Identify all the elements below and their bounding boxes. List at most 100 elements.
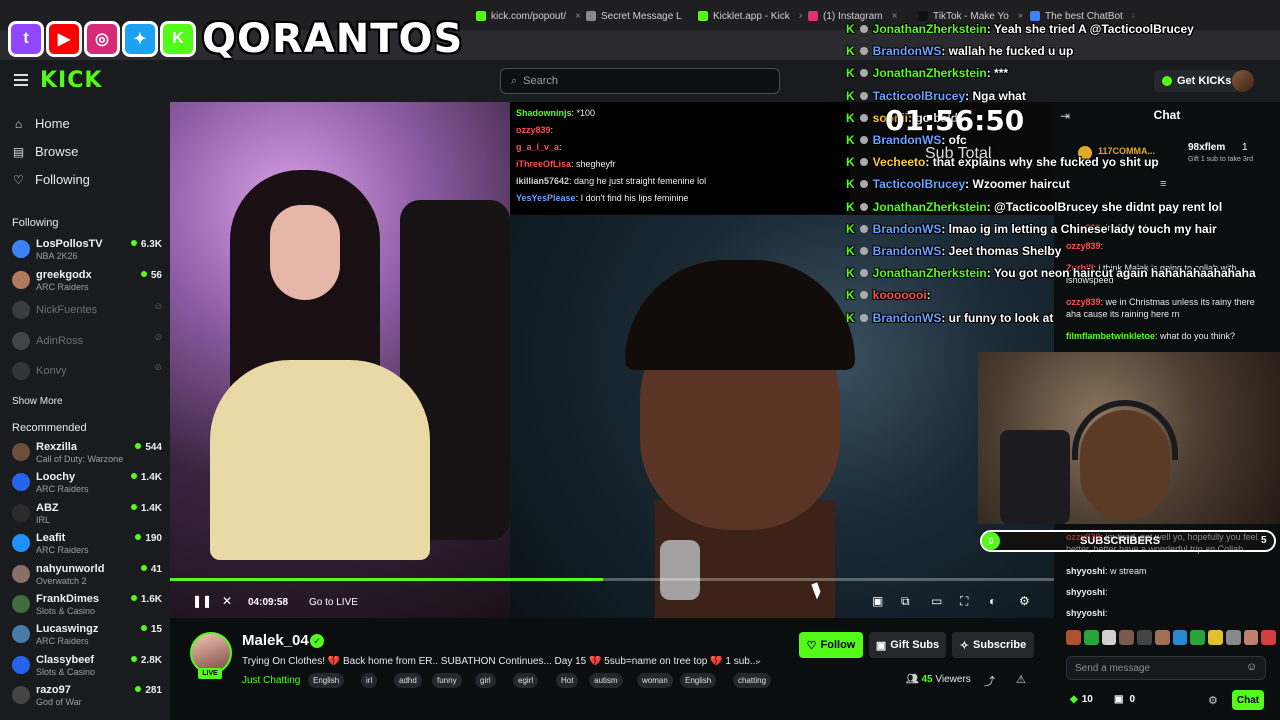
clip-icon[interactable]: ⧉ [901,594,910,609]
viewers-value: 45 [921,674,933,685]
search-input[interactable]: ⌕ Search [500,68,780,94]
theater-mode-icon[interactable]: ▭ [931,594,942,608]
emote-icon[interactable] [1083,630,1099,645]
show-more-link[interactable]: Show More [12,396,63,407]
quality-icon[interactable]: ◐ [989,594,996,608]
emote-picker-icon[interactable]: ☺ [1246,661,1257,673]
sidebar-channel[interactable]: razo97 God of War 281 [12,683,162,709]
emote-icon[interactable] [1261,630,1276,645]
chat-settings-icon[interactable]: ⚙ [1208,694,1218,707]
channel-name: NickFuentes [36,304,98,316]
sidebar-channel[interactable]: ABZ IRL 1.4K [12,501,162,527]
tab-close-icon[interactable]: × [799,11,802,22]
emote-icon[interactable] [1172,630,1188,645]
channel-name[interactable]: Malek_04 [242,632,309,649]
emote-icon[interactable] [1225,630,1241,645]
overlay-chat-user: Shadowninjs [516,108,572,118]
mute-icon[interactable]: ✕ [222,594,232,608]
chat-username[interactable]: ozzy839 [1066,297,1101,307]
follow-button[interactable]: ♡ Follow [799,632,863,658]
youtube-icon: ▶ [46,21,82,57]
chat-username[interactable]: shyyoshi [1066,608,1105,618]
tab-close-icon[interactable]: × [1132,11,1134,22]
sidebar-channel[interactable]: Loochy ARC Raiders 1.4K [12,470,162,496]
verified-icon: ✓ [310,634,324,648]
kick-badge-icon: K [846,88,855,103]
gift-counter[interactable]: ▣ 0 [1114,694,1135,705]
sidebar-channel[interactable]: nahyunworld Overwatch 2 41 [12,562,162,588]
tab-close-icon[interactable]: × [1018,11,1022,22]
emote-icon[interactable] [1154,630,1170,645]
kick-badge-icon: K [846,110,855,125]
emote-icon[interactable] [1119,630,1134,645]
sidebar-channel[interactable]: Konvy ⊘ [12,359,162,385]
sidebar-channel[interactable]: Classybeef Slots & Casino 2.8K [12,653,162,679]
chat-username[interactable]: filmflambetwinkletoe [1066,331,1155,341]
emote-icon[interactable] [1243,630,1259,645]
send-chat-button[interactable]: Chat [1232,690,1264,710]
sidebar-channel[interactable]: FrankDimes Slots & Casino 1.6K [12,592,162,618]
user-badge-icon [859,269,868,278]
chat-username[interactable]: ozzy839 [1066,532,1101,542]
user-avatar[interactable] [1232,70,1254,92]
stream-tag[interactable]: egirl [513,673,539,688]
sidebar-channel[interactable]: LosPollosTV NBA 2K26 6.3K [12,237,162,263]
sidebar-channel[interactable]: Rexzilla Call of Duty: Warzone 544 [12,440,162,466]
sidebar-nav-browse[interactable]: ▤ Browse [12,144,79,159]
tab-favicon-icon [1030,11,1040,21]
sidebar-channel[interactable]: NickFuentes ⊘ [12,298,162,324]
stream-tag[interactable]: chatting [733,673,772,688]
tab-close-icon[interactable]: × [891,11,897,22]
chat-input[interactable]: Send a message [1066,656,1266,680]
subscribe-button[interactable]: ✧ Subscribe [952,632,1034,658]
stream-tag[interactable]: Hot [556,673,579,688]
stream-tag[interactable]: adhd [394,673,422,688]
tab-close-icon[interactable]: × [575,11,580,22]
miniplayer-icon[interactable]: ▣ [872,594,883,608]
pause-icon[interactable]: ❚❚ [192,594,212,608]
emote-icon[interactable] [1137,630,1152,645]
sidebar-channel[interactable]: Leafit ARC Raiders 190 [12,531,162,557]
emote-icon[interactable] [1208,630,1223,645]
stream-tag[interactable]: irl [361,673,378,688]
stream-tag[interactable]: autism [589,673,623,688]
overlay-big-chat-line: K JonathanZherkstein: You got neon haircu… [846,266,1256,280]
kick-logo[interactable]: KICK [40,68,102,93]
chat-username[interactable]: shyyoshi [1066,566,1105,576]
kick-badge-icon: K [846,44,855,59]
browser-tab[interactable]: Secret Message L× [586,6,690,26]
kick-badge-icon: K [846,133,855,147]
sidebar-nav-following[interactable]: ♡ Following [12,172,90,187]
browser-tab[interactable]: kick.com/popout/ × [476,6,580,26]
filter-icon[interactable]: ≡ [1160,178,1166,190]
get-kicks-button[interactable]: Get KICKs [1154,70,1240,92]
chat-username[interactable]: shyyoshi [1066,587,1105,597]
gift-subs-button[interactable]: ▣ Gift Subs [869,632,946,658]
stream-tag[interactable]: woman [637,673,673,688]
stream-category[interactable]: Just Chatting [242,675,300,686]
sidebar-channel[interactable]: Lucaswingz ARC Raiders 15 [12,622,162,648]
tab-label: TikTok - Make Yo [933,10,1009,22]
browser-tab[interactable]: Kicklet.app - Kick × [698,6,802,26]
stream-tag[interactable]: girl [475,673,496,688]
expand-title-icon[interactable]: ⌄ [754,655,762,666]
sidebar-channel[interactable]: greekgodx ARC Raiders 56 [12,268,162,294]
sidebar-nav-home[interactable]: ⌂ Home [12,116,70,131]
stream-tag[interactable]: funny [432,673,462,688]
menu-icon[interactable] [14,74,28,86]
sidebar-channel[interactable]: AdinRoss ⊘ [12,329,162,355]
fullscreen-icon[interactable]: ⛶ [960,594,968,609]
channel-avatar [12,564,30,583]
share-icon[interactable]: ⤴ [984,673,995,689]
chat-username[interactable]: ozzy839 [1066,241,1101,251]
emote-icon[interactable] [1190,630,1205,645]
user-badge-icon [859,313,868,322]
stream-tag[interactable]: English [308,673,345,688]
emote-icon[interactable] [1066,630,1081,645]
stream-tag[interactable]: English [680,673,717,688]
channel-points[interactable]: ◆ 10 [1070,694,1093,705]
settings-icon[interactable]: ⚙ [1019,594,1030,608]
go-live-button[interactable]: Go to LIVE [309,597,358,608]
emote-icon[interactable] [1101,630,1117,645]
report-icon[interactable]: ⚠ [1016,673,1026,686]
